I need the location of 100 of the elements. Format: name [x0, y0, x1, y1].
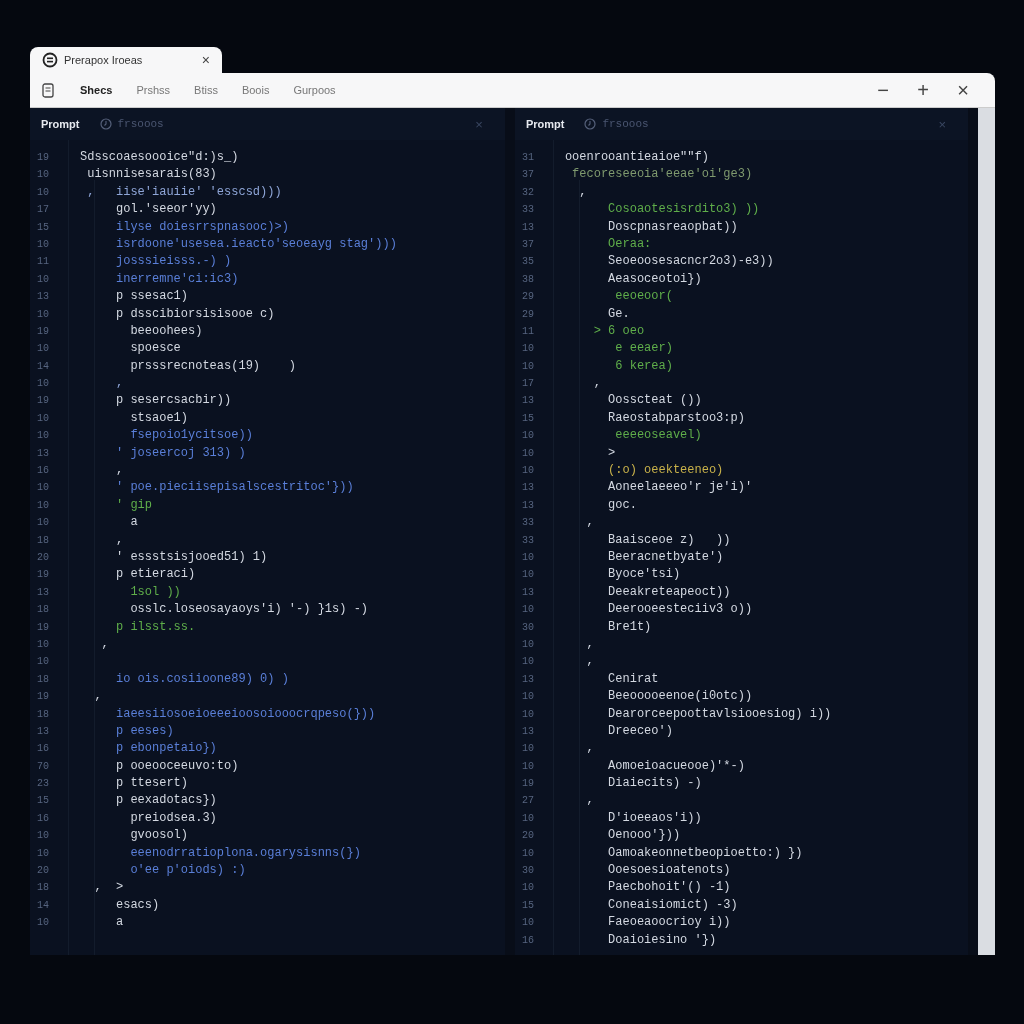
scrollbar[interactable] [978, 108, 995, 955]
code-line: e eeaer) [614, 340, 673, 358]
code-line: spoesce [129, 340, 181, 358]
code-line: Sdsscoaesoooice"d:)s_) [80, 149, 239, 166]
code-line: p ttesert) [115, 775, 189, 793]
code-line: fsepoio1ycitsoe)) [129, 427, 253, 445]
window-control-button[interactable]: × [943, 78, 983, 102]
code-line: Seoeoosesacncr2o3)-e3)) [607, 253, 774, 271]
code-line: , iise'iauiie' 'esscsd))) [86, 183, 282, 201]
code-line: Doaioiesino '}) [607, 931, 717, 949]
line-number: 16 [36, 464, 50, 479]
code-line: ooenrooantieaioe""f) [564, 149, 709, 166]
code-line: , [585, 653, 594, 671]
code-line: Paecbohoit'() -1) [607, 879, 731, 897]
line-number: 18 [36, 707, 50, 722]
line-number: 10 [520, 429, 535, 444]
code-line: Baaisceoe z) )) [607, 531, 731, 549]
code-line: > [607, 444, 616, 462]
line-number: 32 [520, 185, 535, 200]
code-line: Byoce'tsi) [607, 566, 681, 584]
line-number: 10 [36, 846, 50, 861]
code-line: p ssesac1) [115, 288, 189, 306]
browser-tab[interactable]: Prerapox Iroeas × [30, 47, 222, 73]
line-number: 10 [36, 411, 50, 426]
line-number: 13 [36, 290, 50, 305]
line-number: 30 [520, 620, 535, 635]
line-number: 33 [520, 533, 535, 548]
code-line: beeoohees) [129, 322, 203, 340]
code-line: ' gip [115, 496, 152, 514]
close-tab-button[interactable]: × [201, 52, 210, 68]
line-number: 31 [520, 151, 535, 165]
code-line: , [585, 740, 594, 758]
line-number: 10 [36, 168, 50, 183]
line-number: 15 [36, 220, 50, 235]
line-number: 10 [520, 846, 535, 861]
code-line: (:o) oeekteeneo) [607, 462, 724, 480]
line-number: 10 [520, 342, 535, 357]
line-number: 19 [36, 620, 50, 635]
line-number: 15 [520, 898, 535, 913]
line-number: 20 [520, 829, 535, 844]
code-line: stsaoe1) [129, 409, 189, 427]
toolbar-tab[interactable]: Btiss [182, 84, 230, 96]
code-line: Oenooo'})) [607, 827, 681, 845]
line-number: 15 [36, 794, 50, 809]
code-line: p eexadotacs}) [115, 792, 217, 810]
line-number: 10 [520, 742, 535, 757]
line-number: 70 [36, 759, 50, 774]
line-number: 10 [520, 551, 535, 565]
line-number: 29 [520, 290, 535, 305]
code-line: a [129, 514, 138, 532]
toolbar-tab[interactable]: Shecs [68, 84, 125, 96]
toolbar-tab[interactable]: Prshss [124, 84, 183, 96]
code-line: Oamoakeonnetbeopioetto:) }) [607, 844, 803, 862]
line-number: 10 [520, 464, 535, 479]
code-line: goc. [607, 496, 637, 514]
document-icon [42, 82, 54, 98]
code-line: p ebonpetaio}) [115, 740, 217, 758]
toolbar-tab[interactable]: Gurpoos [281, 84, 348, 96]
line-number: 11 [36, 255, 50, 270]
line-number: 14 [36, 898, 50, 913]
line-number: 17 [520, 377, 535, 392]
line-number: 10 [520, 637, 535, 652]
line-number: 18 [36, 672, 50, 687]
code-line: ' joseercoj 313) ) [115, 444, 246, 462]
line-number: 14 [36, 359, 50, 374]
code-line: Beeracnetbyate') [607, 549, 724, 566]
line-number: 11 [520, 324, 535, 339]
line-number: 16 [36, 811, 50, 826]
line-number: 13 [36, 585, 50, 600]
code-line: Deeakreteapeoct)) [607, 583, 731, 601]
line-number: 30 [520, 864, 535, 878]
line-number: 10 [520, 655, 535, 670]
code-line: p dsscibiorsisisooe c) [115, 305, 275, 323]
toolbar-tab[interactable]: Boois [229, 84, 282, 96]
code-line: D'ioeeaos'i)) [607, 809, 702, 827]
code-line: , [115, 531, 124, 549]
line-number: 27 [520, 794, 535, 809]
code-line: , [585, 792, 594, 810]
code-line: Ooesoesioatenots) [607, 862, 731, 879]
line-number: 20 [36, 551, 50, 565]
line-number: 10 [36, 272, 50, 287]
code-line: inerremne'ci:ic3) [115, 270, 239, 288]
code-line: ilyse doiesrrspnasooc)>) [115, 218, 289, 236]
line-number: 16 [520, 933, 535, 948]
line-number: 35 [520, 255, 535, 270]
code-line: > 6 oeo [592, 322, 645, 340]
line-number: 18 [36, 881, 50, 896]
line-number: 13 [520, 481, 535, 496]
code-line: Aomoeioacueooe)'*-) [607, 757, 745, 775]
line-number: 10 [520, 759, 535, 774]
tab-title: Prerapox Iroeas [64, 54, 143, 66]
code-line: , [585, 514, 594, 532]
line-number: 19 [36, 151, 50, 165]
code-line: osslc.loseosayaoys'i) '-) }1s) -) [129, 601, 369, 619]
code-line: Bre1t) [607, 618, 652, 636]
clock-icon [99, 118, 112, 130]
window-control-button[interactable]: − [863, 78, 903, 102]
code-line: gol.'seeor'yy) [115, 201, 217, 219]
window-control-button[interactable]: + [903, 78, 943, 102]
line-number: 13 [520, 724, 535, 739]
